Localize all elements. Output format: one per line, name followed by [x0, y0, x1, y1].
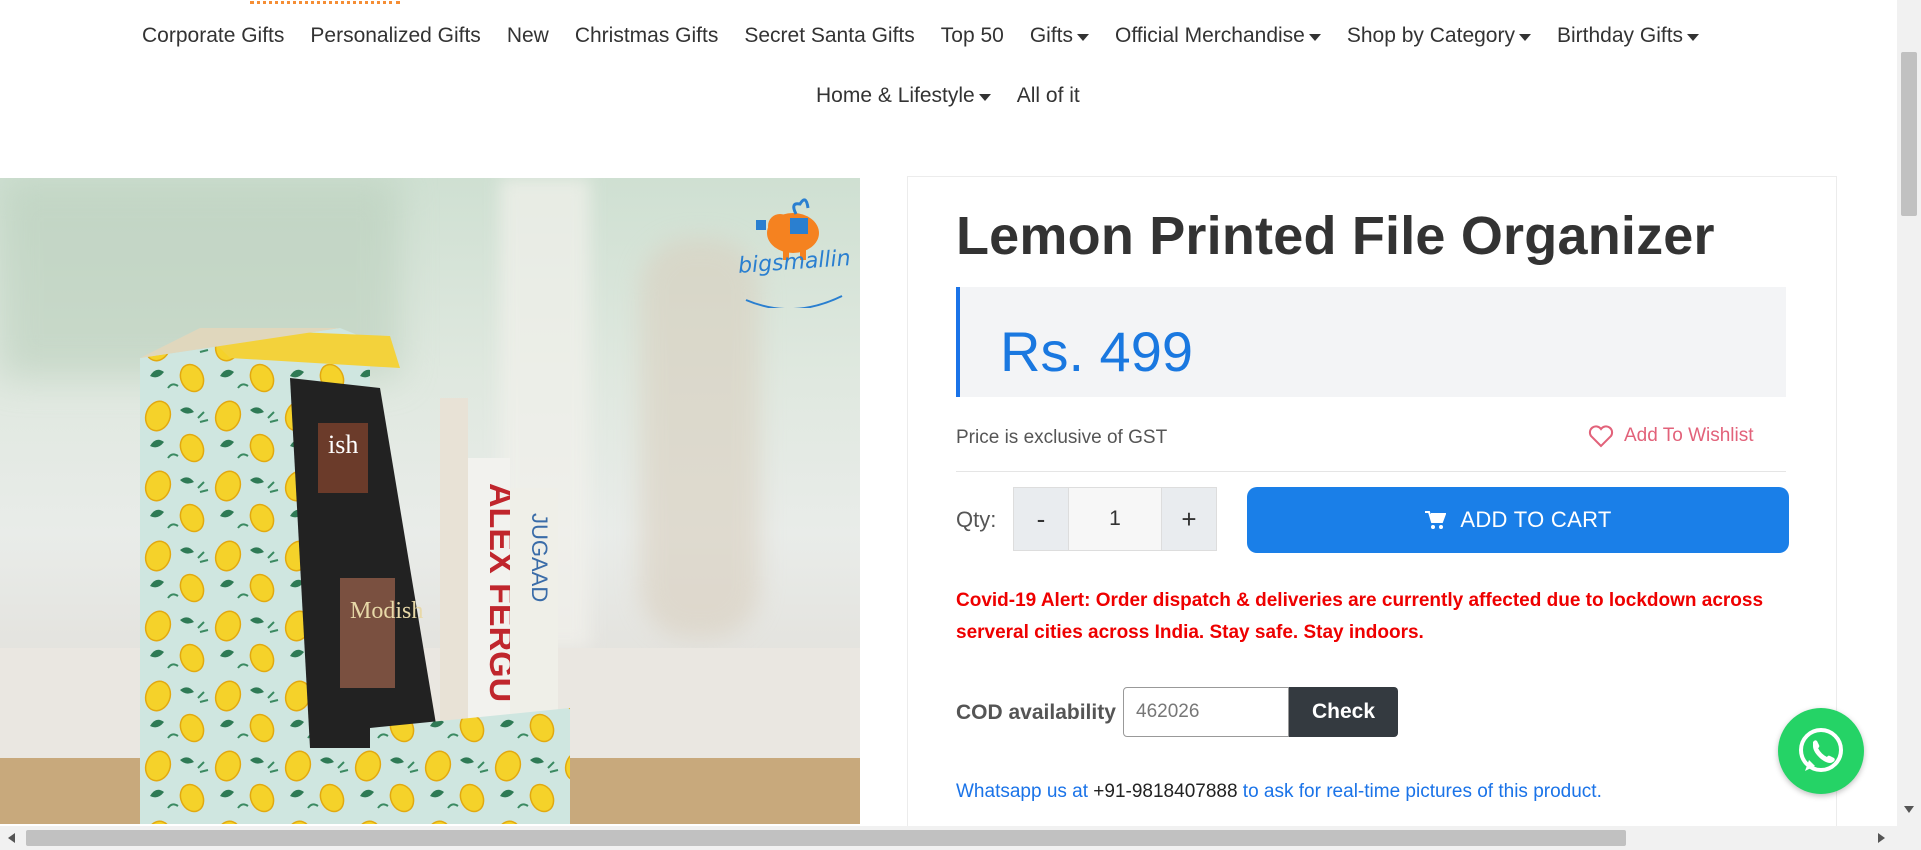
- add-to-cart-button[interactable]: ADD TO CART: [1247, 487, 1789, 553]
- heart-icon: [1588, 425, 1614, 448]
- quantity-decrease-button[interactable]: -: [1014, 488, 1068, 550]
- covid-alert: Covid-19 Alert: Order dispatch & deliver…: [956, 590, 1764, 643]
- horizontal-scrollbar[interactable]: [0, 826, 1921, 850]
- scroll-right-arrow-icon[interactable]: [1878, 833, 1885, 843]
- file-organizer-illustration: ish Modish ALEX FERGU JUGAAD: [140, 328, 570, 824]
- scroll-left-arrow-icon[interactable]: [8, 833, 15, 843]
- scroll-down-arrow-icon[interactable]: [1904, 806, 1914, 813]
- nav-item-label: Corporate Gifts: [142, 24, 285, 47]
- product-details-panel: Lemon Printed File Organizer Rs. 499 Pri…: [907, 176, 1837, 850]
- svg-text:JUGAAD: JUGAAD: [527, 513, 552, 602]
- nav-item-label: Gifts: [1029, 24, 1073, 47]
- nav-item-birthday-gifts[interactable]: Birthday Gifts: [1556, 24, 1700, 48]
- whatsapp-prefix: Whatsapp us at: [956, 781, 1094, 802]
- vertical-scroll-thumb[interactable]: [1901, 52, 1917, 216]
- caret-down-icon: [1308, 33, 1321, 41]
- shopping-cart-icon: [1425, 511, 1447, 529]
- svg-text:Modish: Modish: [350, 598, 423, 624]
- nav-item-label: Birthday Gifts: [1556, 24, 1684, 47]
- quantity-stepper: - +: [1013, 487, 1217, 551]
- caret-down-icon: [1077, 33, 1089, 41]
- caret-down-icon: [978, 93, 991, 101]
- nav-item-corporate-gifts[interactable]: Corporate Gifts: [142, 24, 284, 48]
- whatsapp-chat-button[interactable]: [1778, 708, 1864, 794]
- product-image[interactable]: ish Modish ALEX FERGU JUGAAD bigsmallin: [0, 178, 860, 824]
- nav-item-label: Secret Santa Gifts: [744, 24, 915, 47]
- nav-item-label: Top 50: [940, 24, 1004, 47]
- nav-item-christmas-gifts[interactable]: Christmas Gifts: [575, 24, 719, 48]
- whatsapp-contact-line: Whatsapp us at +91-9818407888 to ask for…: [956, 781, 1602, 803]
- nav-item-secret-santa-gifts[interactable]: Secret Santa Gifts: [744, 24, 914, 48]
- nav-item-label: Personalized Gifts: [310, 24, 481, 47]
- add-to-wishlist-button[interactable]: Add To Wishlist: [1588, 424, 1754, 448]
- svg-text:ish: ish: [328, 430, 358, 459]
- wishlist-label: Add To Wishlist: [1624, 425, 1754, 446]
- whatsapp-icon: [1799, 728, 1843, 772]
- nav-item-label: New: [506, 24, 549, 47]
- nav-item-label: Official Merchandise: [1115, 24, 1305, 47]
- quantity-input[interactable]: [1068, 488, 1162, 550]
- nav-item-label: Home & Lifestyle: [816, 84, 975, 107]
- nav-item-top-50[interactable]: Top 50: [941, 24, 1004, 48]
- vertical-scrollbar[interactable]: [1897, 0, 1921, 826]
- nav-item-official-merchandise[interactable]: Official Merchandise: [1115, 24, 1321, 48]
- quantity-increase-button[interactable]: +: [1162, 488, 1216, 550]
- product-title: Lemon Printed File Organizer: [956, 206, 1715, 266]
- price-box: Rs. 499: [956, 287, 1786, 397]
- nav-row-2: Home & Lifestyle All of it: [816, 84, 1106, 108]
- gst-note: Price is exclusive of GST: [956, 427, 1168, 448]
- nav-item-label: All of it: [1016, 84, 1080, 107]
- pincode-input[interactable]: [1123, 687, 1289, 737]
- check-cod-button[interactable]: Check: [1289, 687, 1398, 737]
- product-price: Rs. 499: [1000, 320, 1193, 383]
- whatsapp-phone[interactable]: +91-9818407888: [1093, 781, 1237, 802]
- nav-item-gifts[interactable]: Gifts: [1030, 24, 1089, 48]
- add-to-cart-label: ADD TO CART: [1460, 507, 1612, 532]
- nav-item-new[interactable]: New: [507, 24, 549, 48]
- nav-item-label: Shop by Category: [1346, 24, 1515, 47]
- nav-item-personalized-gifts[interactable]: Personalized Gifts: [310, 24, 480, 48]
- whatsapp-suffix: to ask for real-time pictures of this pr…: [1237, 781, 1602, 802]
- nav-item-home-lifestyle[interactable]: Home & Lifestyle: [816, 84, 991, 108]
- caret-down-icon: [1518, 33, 1531, 41]
- divider: [956, 471, 1786, 472]
- nav-row-1: Corporate Gifts Personalized Gifts New Chri…: [142, 24, 1725, 48]
- quantity-label: Qty:: [956, 507, 997, 532]
- horizontal-scroll-thumb[interactable]: [26, 830, 1626, 846]
- caret-down-icon: [1687, 33, 1700, 41]
- nav-item-all-of-it[interactable]: All of it: [1017, 84, 1080, 108]
- site-logo-edge[interactable]: [250, 0, 400, 4]
- nav-item-shop-by-category[interactable]: Shop by Category: [1347, 24, 1531, 48]
- nav-item-label: Christmas Gifts: [574, 24, 719, 47]
- cod-availability-label: COD availability: [956, 701, 1116, 724]
